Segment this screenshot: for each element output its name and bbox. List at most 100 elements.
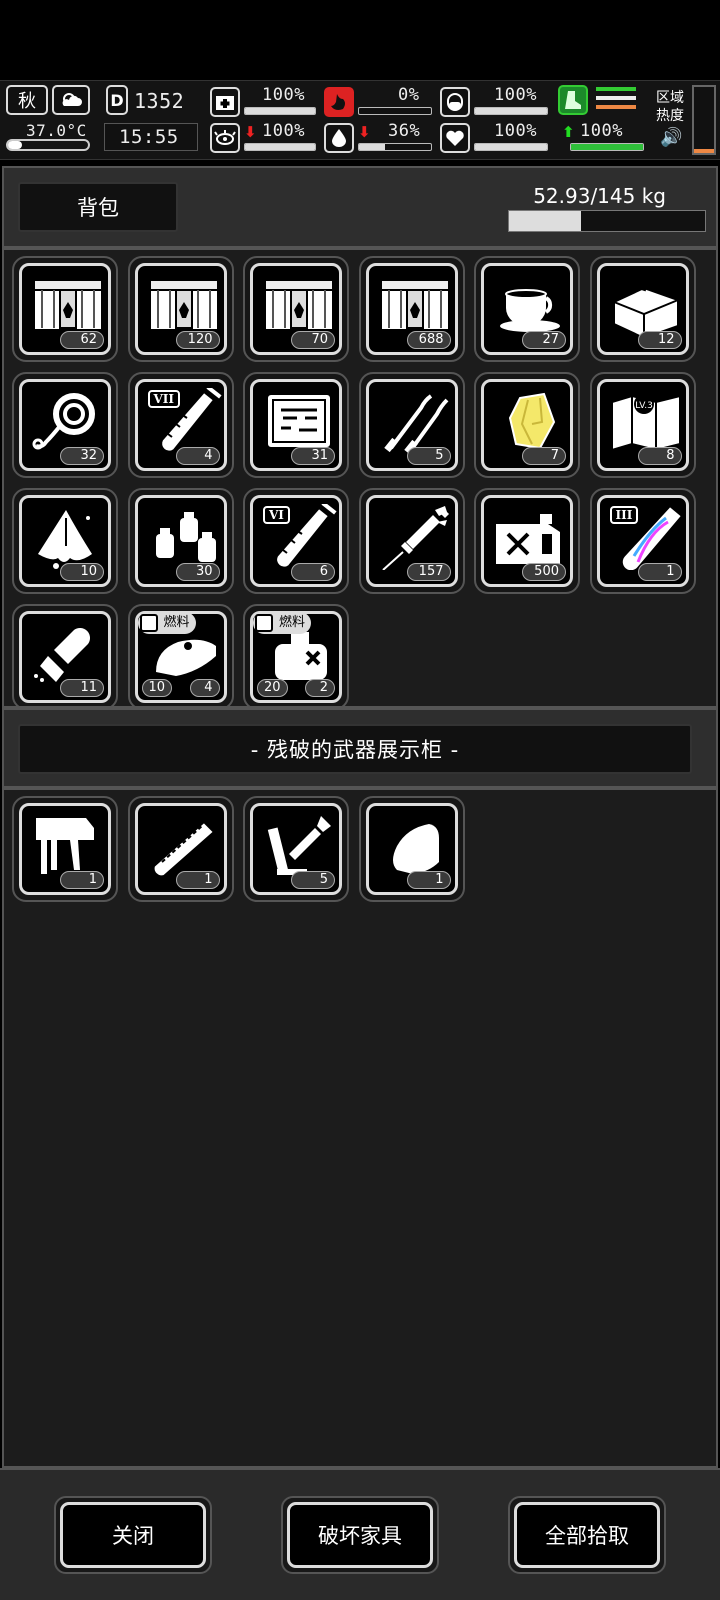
- item-slot[interactable]: VI 6: [243, 488, 349, 594]
- item-slot[interactable]: 10: [12, 488, 118, 594]
- hunger-bar: [358, 107, 432, 115]
- item-count: 1: [637, 563, 682, 581]
- bottles-icon: [155, 512, 216, 562]
- item-frame: 1: [365, 803, 458, 895]
- item-frame: 500: [481, 495, 573, 587]
- item-count: 4: [175, 447, 220, 465]
- item-slot[interactable]: 27: [474, 256, 580, 362]
- item-frame: 31: [250, 379, 342, 471]
- item-count: 5: [406, 447, 451, 465]
- item-count: 10: [60, 563, 104, 581]
- crate-icon: [33, 279, 103, 331]
- item-count: 2: [305, 679, 335, 697]
- mood-value: 100%: [494, 121, 537, 141]
- item-frame: 燃料 20 2: [250, 611, 342, 703]
- immunity-value: 100%: [262, 121, 305, 141]
- season-badge: 秋: [6, 85, 48, 115]
- item-count: 12: [637, 331, 682, 349]
- first-aid-icon: [210, 87, 240, 117]
- item-slot[interactable]: 32: [12, 372, 118, 478]
- weight-bar: [508, 210, 706, 232]
- item-frame: 62: [19, 263, 111, 355]
- item-slot[interactable]: VII 4: [127, 372, 234, 478]
- day-counter: 1352: [134, 89, 185, 113]
- tier-badge: III: [609, 506, 639, 524]
- item-slot[interactable]: 30: [127, 488, 234, 594]
- chainsaw-icon: [152, 820, 215, 878]
- fuel-amount: 10: [141, 679, 173, 697]
- svg-text:LV.3: LV.3: [635, 401, 653, 411]
- weather-icon: [52, 85, 90, 115]
- item-slot[interactable]: 500: [474, 488, 580, 594]
- item-count: 1: [60, 871, 104, 889]
- cabinet-title: - 残破的武器展示柜 -: [18, 724, 692, 774]
- item-frame: 5: [365, 379, 458, 471]
- item-slot[interactable]: 62: [12, 256, 118, 362]
- item-count: 11: [60, 679, 104, 697]
- fuel-amount: 20: [257, 679, 288, 697]
- fuel-can-icon: [496, 514, 560, 564]
- action-bar: 关闭 破坏家具 全部拾取: [0, 1468, 720, 1600]
- item-slot[interactable]: 7: [474, 372, 580, 478]
- item-frame: 1: [134, 803, 227, 895]
- stomach-icon: [324, 87, 354, 117]
- fuel-icon: [139, 614, 158, 632]
- weight-label: 52.93/145 kg: [533, 184, 666, 208]
- item-slot[interactable]: 1: [127, 796, 234, 902]
- item-count: 8: [637, 447, 682, 465]
- calendar-icon: D: [106, 85, 128, 115]
- season-label: 秋: [18, 91, 36, 112]
- status-hud: 秋 37.0°C D 1352 15:55 100% 0% 100% 区域热度 …: [0, 80, 720, 160]
- capsule-icon: [440, 87, 470, 117]
- stamina-value: 100%: [580, 121, 623, 141]
- item-count: 1: [406, 871, 451, 889]
- coffee-cup-icon: [500, 289, 560, 332]
- arrow-down-icon: ⬇: [244, 123, 257, 141]
- item-slot[interactable]: 5: [243, 796, 349, 902]
- arrow-down-icon: ⬇: [358, 123, 371, 141]
- item-slot[interactable]: 1: [12, 796, 118, 902]
- item-slot[interactable]: 688: [358, 256, 465, 362]
- item-count: 27: [522, 331, 566, 349]
- zone-heat-meter: [692, 85, 716, 155]
- item-frame: 30: [134, 495, 227, 587]
- speaker-icon[interactable]: 🔊: [660, 127, 682, 148]
- item-count: 70: [291, 331, 335, 349]
- crate-icon: [379, 279, 450, 331]
- item-frame: III 1: [596, 495, 689, 587]
- health-bar: [244, 107, 316, 115]
- bullet-icon: [392, 824, 439, 874]
- tool-kit-icon: [266, 393, 332, 449]
- item-slot[interactable]: 120: [127, 256, 234, 362]
- item-frame: 1: [19, 803, 111, 895]
- item-slot[interactable]: 5: [358, 372, 465, 478]
- cabinet-header: - 残破的武器展示柜 -: [2, 708, 718, 788]
- item-frame: 70: [250, 263, 342, 355]
- item-frame: VII 4: [134, 379, 227, 471]
- stamina-bar: [570, 143, 644, 151]
- destroy-furniture-button[interactable]: 破坏家具: [281, 1496, 439, 1574]
- item-slot[interactable]: 1: [358, 796, 465, 902]
- item-slot[interactable]: 12: [589, 256, 696, 362]
- item-slot[interactable]: 燃料 10 4: [127, 604, 234, 706]
- rope-icon: [32, 393, 95, 450]
- item-frame: 120: [134, 263, 227, 355]
- item-slot[interactable]: 157: [358, 488, 465, 594]
- item-slot[interactable]: III 1: [589, 488, 696, 594]
- fatigue-value: 100%: [494, 85, 537, 105]
- fuel-tag: 燃料: [137, 612, 196, 634]
- mood-bar: [474, 143, 548, 151]
- tier-badge: VI: [263, 506, 290, 524]
- item-slot[interactable]: LV.3 8: [589, 372, 696, 478]
- item-count: 500: [522, 563, 566, 581]
- thirst-bar: [358, 143, 432, 151]
- item-slot[interactable]: 31: [243, 372, 349, 478]
- close-button[interactable]: 关闭: [54, 1496, 212, 1574]
- item-slot[interactable]: 70: [243, 256, 349, 362]
- heart-icon: [440, 123, 470, 153]
- immunity-bar: [244, 143, 316, 151]
- item-slot[interactable]: 燃料 20 2: [243, 604, 349, 706]
- take-all-button[interactable]: 全部拾取: [508, 1496, 666, 1574]
- item-slot[interactable]: 11: [12, 604, 118, 706]
- health-value: 100%: [262, 85, 305, 105]
